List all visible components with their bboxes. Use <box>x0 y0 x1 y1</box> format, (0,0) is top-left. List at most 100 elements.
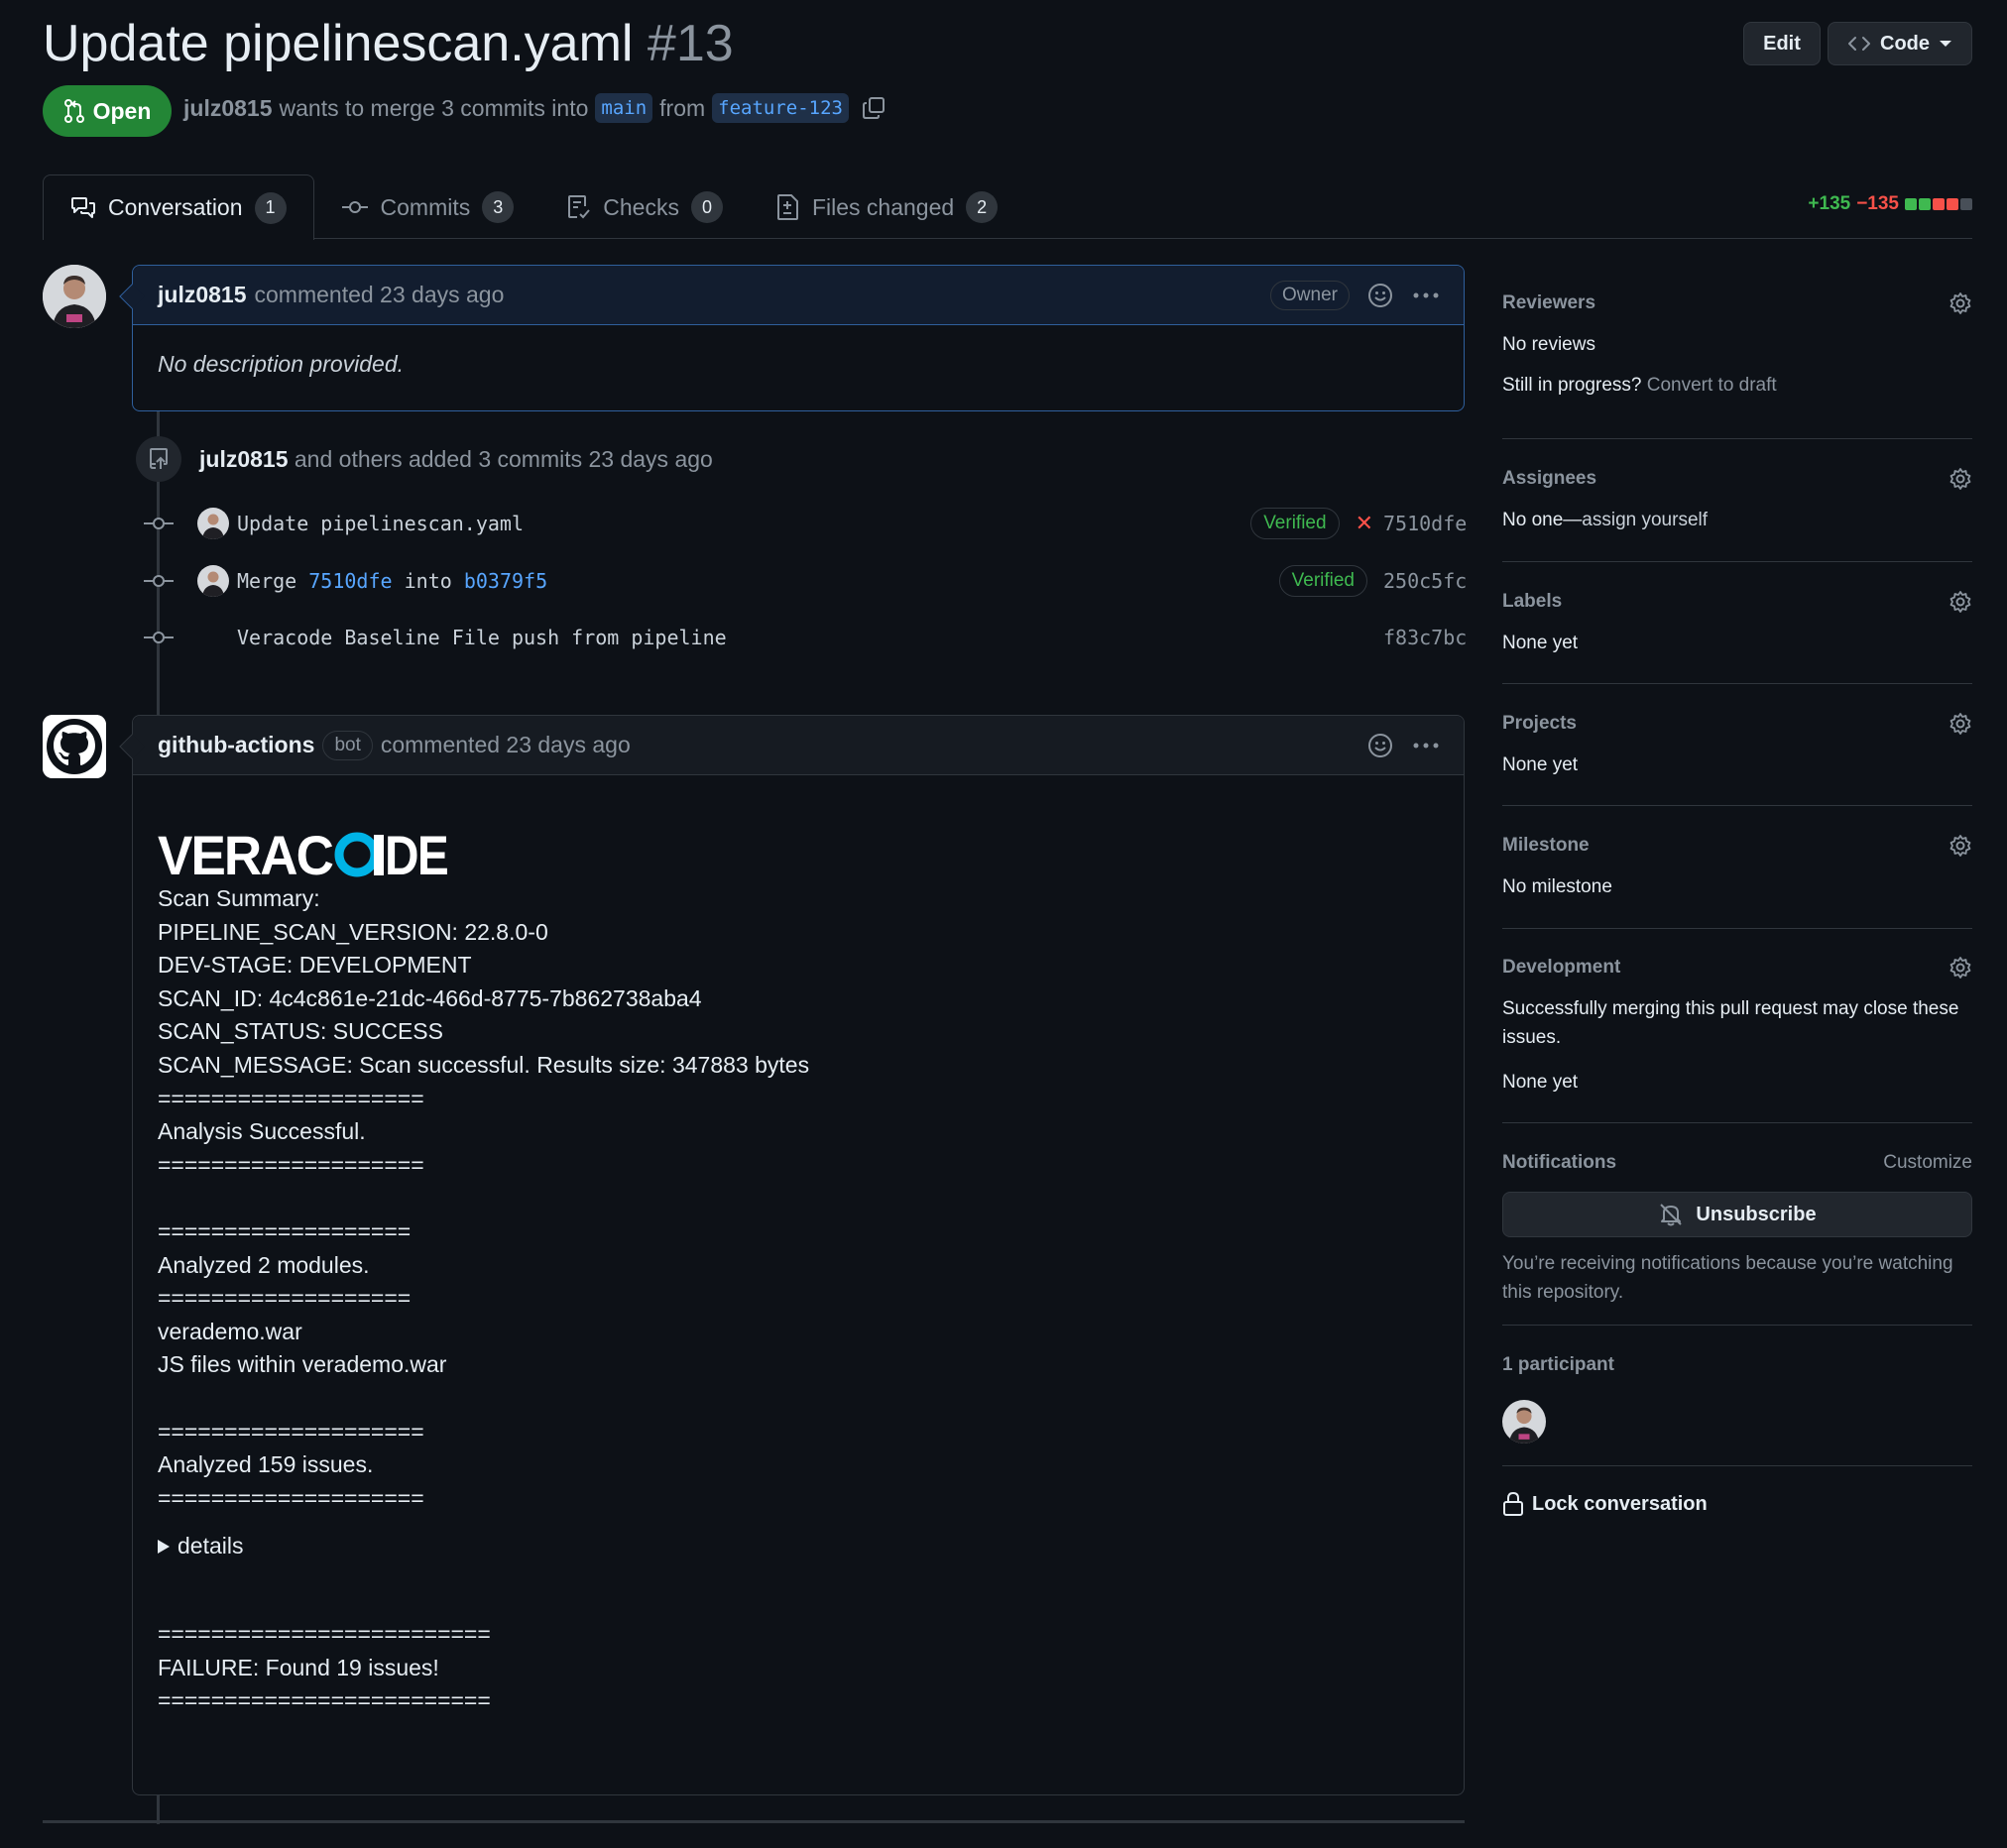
development-header[interactable]: Development <box>1502 953 1972 982</box>
veracode-logo: VERAC DE <box>158 829 1439 878</box>
edit-button[interactable]: Edit <box>1743 22 1821 65</box>
tab-commits[interactable]: Commits 3 <box>314 174 541 240</box>
details-label: details <box>177 1533 244 1559</box>
bot-badge: bot <box>322 730 373 760</box>
commit-message[interactable]: Merge 7510dfe into b0379f5 <box>237 569 1279 593</box>
diffstat-deletions: −135 <box>1856 193 1899 214</box>
commit-row: Veracode Baseline File push from pipelin… <box>144 618 1467 657</box>
scan-summary: Scan Summary: PIPELINE_SCAN_VERSION: 22.8… <box>158 882 1439 1515</box>
comment-meta[interactable]: commented 23 days ago <box>255 282 505 308</box>
gear-icon[interactable] <box>1948 467 1972 491</box>
commit-author-avatar[interactable] <box>197 508 229 539</box>
commit-sha[interactable]: 250c5fc <box>1383 569 1467 593</box>
caret-down-icon <box>1940 40 1951 48</box>
base-branch[interactable]: main <box>595 93 653 123</box>
diffstat-box <box>1919 198 1931 210</box>
sidebar-divider <box>1502 928 1972 929</box>
gear-icon[interactable] <box>1948 712 1972 736</box>
commit-message[interactable]: Update pipelinescan.yaml <box>237 512 1250 535</box>
verified-badge[interactable]: Verified <box>1278 565 1367 597</box>
projects-value: None yet <box>1502 754 1579 775</box>
participant-avatar[interactable] <box>1502 1400 1546 1444</box>
veracode-logo-mark: VERAC DE <box>158 829 447 878</box>
gear-icon[interactable] <box>1948 834 1972 858</box>
commit-sha[interactable]: 7510dfe <box>1383 512 1467 535</box>
reviewers-header[interactable]: Reviewers <box>1502 289 1972 318</box>
labels-title: Labels <box>1502 591 1563 612</box>
scan-line: SCAN_ID: 4c4c861e-21dc-466d-8775-7b86273… <box>158 984 702 1011</box>
tab-conversation-label: Conversation <box>108 194 243 220</box>
head-branch[interactable]: feature-123 <box>712 93 850 123</box>
pr-tabs: Conversation 1 Commits 3 Checks 0 Files … <box>43 174 1024 241</box>
comment-author[interactable]: github-actions <box>158 732 314 758</box>
tab-checks-label: Checks <box>603 193 679 220</box>
details-toggle[interactable]: details <box>158 1523 1439 1570</box>
comment-meta[interactable]: commented 23 days ago <box>381 732 631 758</box>
kebab-horizontal-icon[interactable] <box>1413 292 1439 298</box>
copy-icon[interactable] <box>862 96 885 120</box>
commits-added-event: julz0815 and others added 3 commits 23 d… <box>136 436 713 482</box>
kebab-horizontal-icon[interactable] <box>1413 743 1439 749</box>
smiley-icon[interactable] <box>1367 283 1393 308</box>
commit-link[interactable]: b0379f5 <box>464 569 547 593</box>
diffstat: +135 −135 <box>1808 193 1972 215</box>
smiley-icon[interactable] <box>1367 733 1393 758</box>
comment-author[interactable]: julz0815 <box>158 282 247 308</box>
file-diff-icon <box>776 194 800 220</box>
sidebar-divider <box>1502 561 1972 562</box>
gear-icon[interactable] <box>1948 291 1972 315</box>
commit-author-avatar[interactable] <box>197 565 229 597</box>
assignees-value: No one—assign yourself <box>1502 506 1972 534</box>
tab-commits-count: 3 <box>482 191 515 223</box>
milestone-header[interactable]: Milestone <box>1502 831 1972 861</box>
repo-push-icon <box>136 436 181 482</box>
diffstat-box <box>1933 198 1945 210</box>
edit-button-label: Edit <box>1763 32 1801 55</box>
customize-link[interactable]: Customize <box>1883 1152 1972 1174</box>
avatar[interactable] <box>43 265 106 328</box>
scan-line: Analyzed 2 modules. <box>158 1251 370 1278</box>
commit-row: Update pipelinescan.yaml Verified ✕ 7510… <box>144 504 1467 543</box>
commit-message[interactable]: Veracode Baseline File push from pipelin… <box>237 626 1383 649</box>
reviewers-title: Reviewers <box>1502 292 1596 313</box>
convert-to-draft-link[interactable]: Convert to draft <box>1647 375 1777 396</box>
tab-files-changed[interactable]: Files changed 2 <box>750 174 1024 240</box>
milestone-title: Milestone <box>1502 835 1590 856</box>
projects-header[interactable]: Projects <box>1502 709 1972 739</box>
scan-line: Analysis Successful. <box>158 1118 366 1145</box>
assignees-header[interactable]: Assignees <box>1502 464 1972 494</box>
sidebar-labels: Labels None yet <box>1502 587 1972 657</box>
commit-link[interactable]: 7510dfe <box>308 569 392 593</box>
scan-line: Scan Summary: <box>158 885 320 911</box>
tab-checks[interactable]: Checks 0 <box>540 174 750 240</box>
draft-question: Still in progress? <box>1502 375 1642 396</box>
sidebar-divider <box>1502 683 1972 684</box>
gear-icon[interactable] <box>1948 590 1972 614</box>
labels-header[interactable]: Labels <box>1502 587 1972 617</box>
checklist-icon <box>567 194 591 220</box>
pr-number: #13 <box>647 15 734 72</box>
assign-yourself-link[interactable]: assign yourself <box>1582 510 1708 530</box>
sidebar-divider <box>1502 805 1972 806</box>
verified-badge[interactable]: Verified <box>1250 508 1340 539</box>
commit-sha[interactable]: f83c7bc <box>1383 626 1467 649</box>
x-icon[interactable]: ✕ <box>1356 512 1373 536</box>
code-button[interactable]: Code <box>1828 22 1972 65</box>
commits-event-text: and others added 3 commits 23 days ago <box>294 445 713 472</box>
pr-title: Update pipelinescan.yaml #13 <box>43 12 734 75</box>
tab-files-changed-count: 2 <box>966 191 999 223</box>
commits-event-user[interactable]: julz0815 <box>199 446 289 472</box>
tab-conversation[interactable]: Conversation 1 <box>43 174 314 241</box>
projects-title: Projects <box>1502 713 1577 734</box>
gear-icon[interactable] <box>1948 956 1972 980</box>
code-icon <box>1848 35 1870 53</box>
merge-text: wants to merge 3 commits into <box>279 94 589 121</box>
development-value: None yet <box>1502 1072 1579 1093</box>
lock-icon <box>1502 1491 1524 1517</box>
pr-author-link[interactable]: julz0815 <box>183 95 273 122</box>
github-actions-avatar[interactable] <box>43 715 106 778</box>
unsubscribe-button[interactable]: Unsubscribe <box>1502 1192 1972 1237</box>
lock-conversation-button[interactable]: Lock conversation <box>1502 1491 1972 1517</box>
commit-row: Merge 7510dfe into b0379f5 Verified 250c… <box>144 561 1467 601</box>
scan-line <box>158 1382 1439 1416</box>
